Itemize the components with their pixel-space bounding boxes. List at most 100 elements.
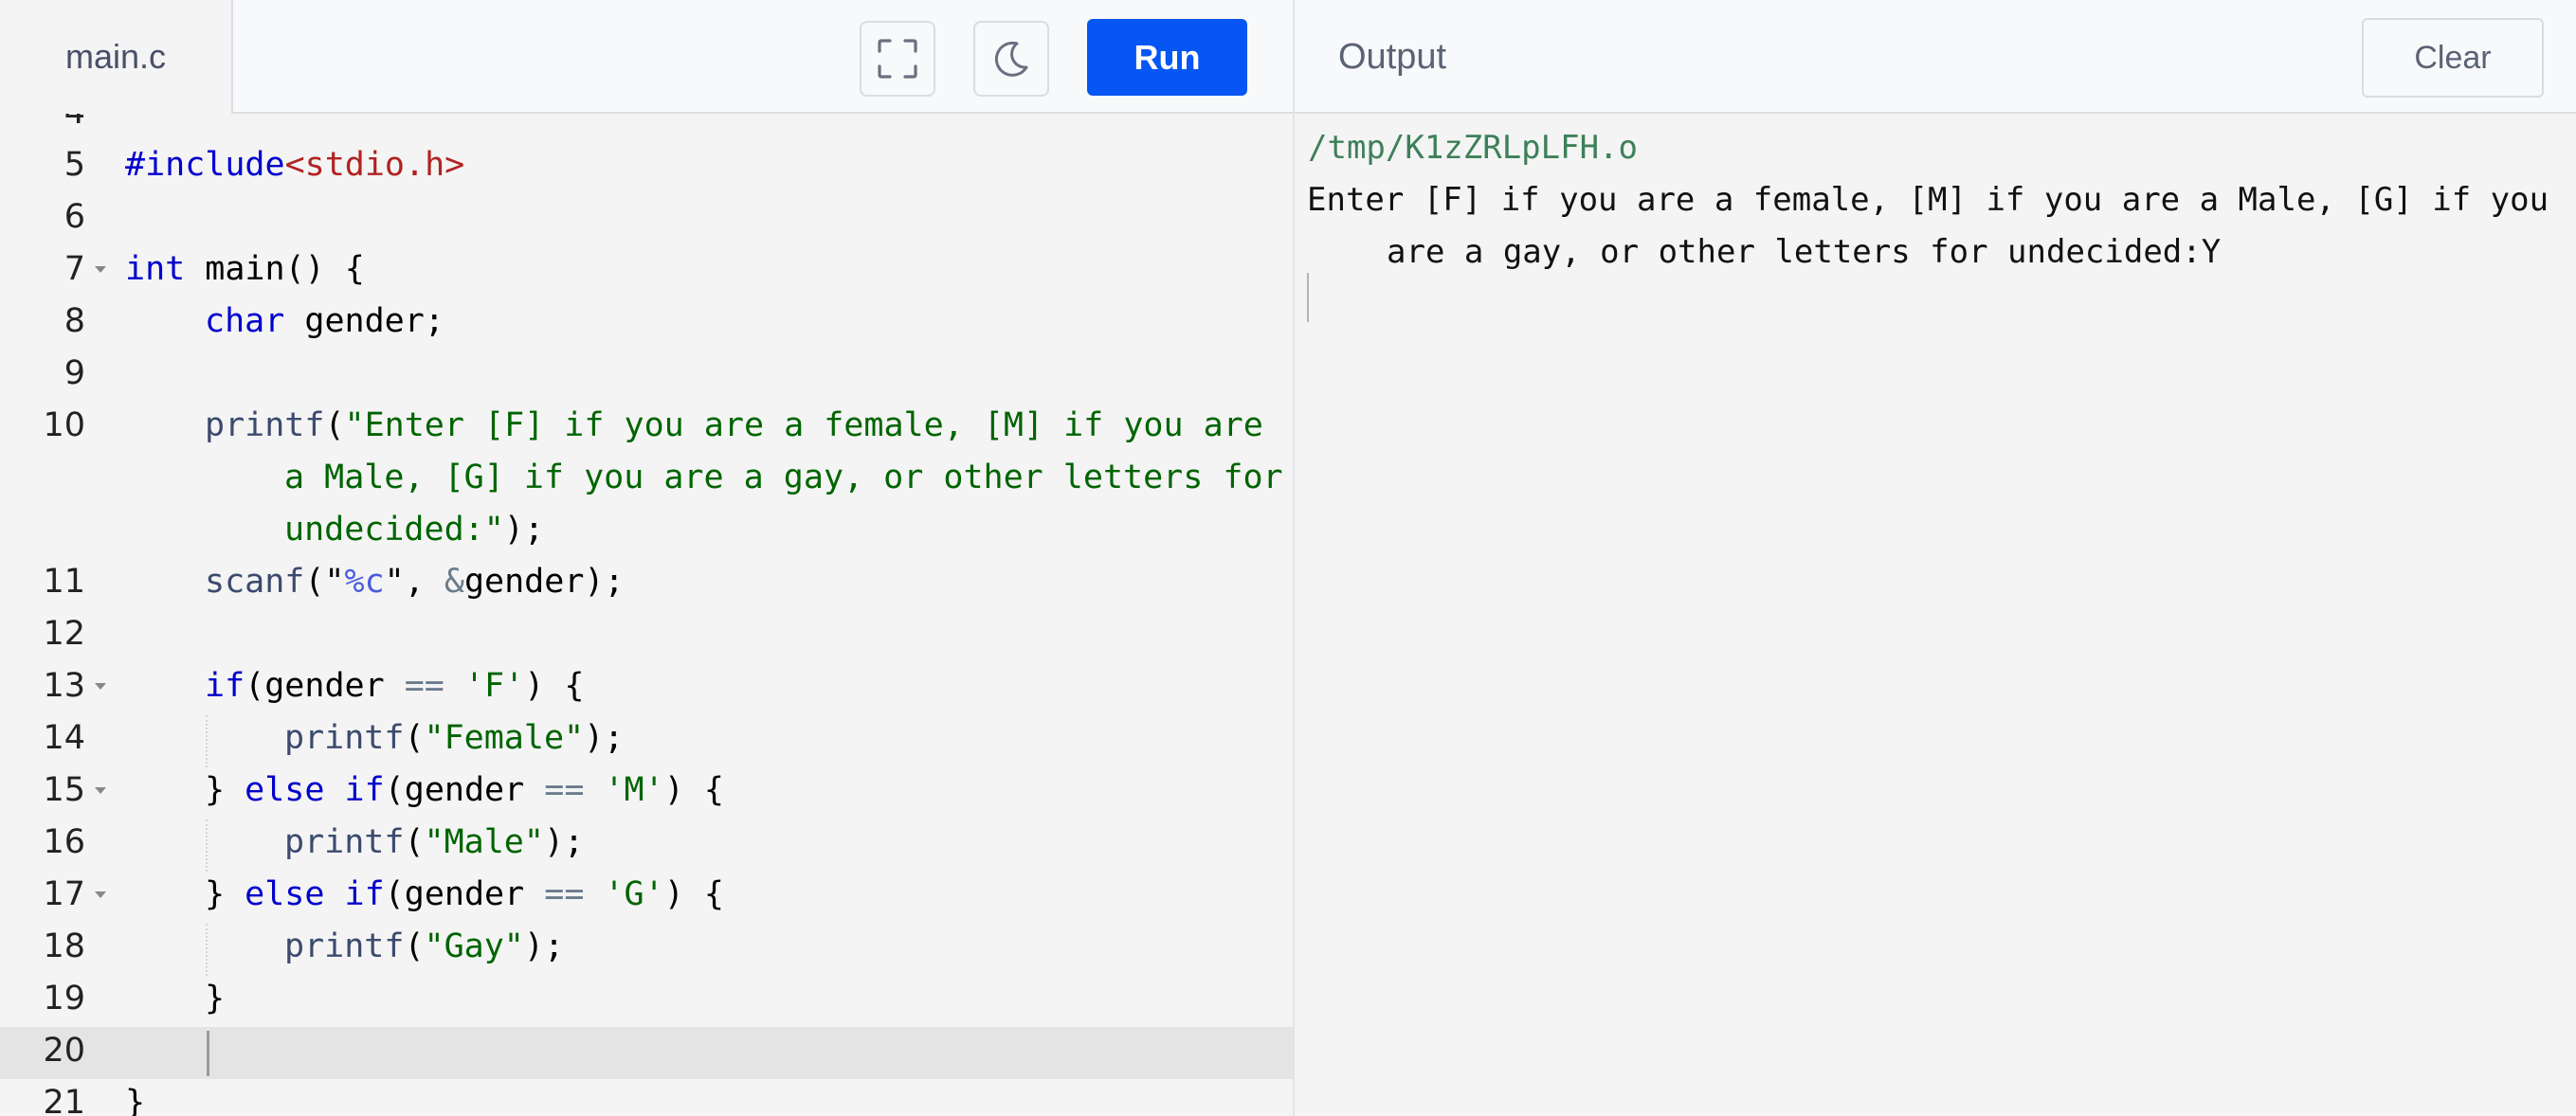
- fold-arrow-icon[interactable]: [95, 787, 106, 794]
- line-number: 14: [43, 719, 85, 757]
- code-text: }: [205, 771, 245, 809]
- output-panel: Output Clear /tmp/K1zZRLpLFH.o Enter [F]…: [1295, 0, 2576, 1116]
- indent-guide: [206, 819, 208, 872]
- keyword: if: [205, 667, 245, 705]
- code-text: main() {: [185, 250, 365, 288]
- keyword: else if: [245, 771, 385, 809]
- output-line: are a gay, or other letters for undecide…: [1387, 233, 2222, 271]
- fold-arrow-icon[interactable]: [95, 891, 106, 898]
- code-line-8: char gender;: [205, 296, 444, 348]
- code-text: (": [304, 563, 345, 601]
- moon-icon: [994, 41, 1028, 77]
- code-line-10-wrap-1: a Male, [G] if you are a gay, or other l…: [284, 452, 1283, 504]
- string-literal: "Gay": [424, 927, 524, 965]
- line-number: 12: [43, 615, 85, 653]
- fold-arrow-icon[interactable]: [95, 266, 106, 273]
- code-text: ) {: [524, 667, 585, 705]
- editor-toolbar: main.c Run: [0, 0, 1293, 114]
- line-number: 17: [43, 875, 85, 913]
- line-number: 10: [43, 406, 85, 444]
- code-text: ) {: [663, 875, 724, 913]
- line-number: 8: [63, 302, 85, 340]
- function-name: scanf: [205, 563, 305, 601]
- code-text: (gender: [384, 771, 545, 809]
- function-name: printf: [284, 719, 405, 757]
- run-button[interactable]: Run: [1087, 19, 1247, 96]
- code-line-7: int main() {: [125, 243, 365, 296]
- line-number: 15: [43, 771, 85, 809]
- code-line-18: printf("Gay");: [284, 921, 564, 973]
- string-literal: "Enter [F] if you are a female, [M] if y…: [344, 406, 1263, 444]
- line-number: 13: [43, 667, 85, 705]
- code-line-5: #include<stdio.h>: [125, 139, 464, 191]
- code-line-16: printf("Male");: [284, 817, 584, 869]
- code-text: (: [404, 719, 425, 757]
- code-editor[interactable]: 4 5 6 7 8 9 10 11 12 13 14 15 16 17 18 1…: [0, 114, 1293, 1116]
- keyword: int: [125, 250, 186, 288]
- function-name: printf: [205, 406, 325, 444]
- output-line: Enter [F] if you are a female, [M] if yo…: [1307, 181, 2549, 219]
- code-text: }: [205, 875, 245, 913]
- code-text: gender);: [463, 563, 625, 601]
- header-name: <stdio.h>: [284, 146, 465, 184]
- code-text: ) {: [663, 771, 724, 809]
- fold-arrow-icon[interactable]: [95, 683, 106, 690]
- function-name: printf: [284, 927, 405, 965]
- line-number: 19: [43, 980, 85, 1017]
- char-literal: 'F': [463, 667, 525, 705]
- string-literal: "Female": [424, 719, 585, 757]
- output-title: Output: [1338, 37, 1447, 77]
- code-line-10-wrap-2: undecided:");: [284, 504, 544, 556]
- operator: ==: [544, 875, 585, 913]
- preprocessor-directive: #include: [125, 146, 285, 184]
- code-line-13: if(gender == 'F') {: [205, 660, 584, 712]
- output-console[interactable]: /tmp/K1zZRLpLFH.o Enter [F] if you are a…: [1295, 114, 2576, 1116]
- keyword: char: [205, 302, 285, 340]
- output-header: Output Clear: [1295, 0, 2576, 114]
- code-text: (gender: [245, 667, 405, 705]
- code-text: ",: [384, 563, 444, 601]
- char-literal: 'G': [604, 875, 664, 913]
- fullscreen-button[interactable]: [860, 21, 935, 97]
- code-text: gender;: [284, 302, 444, 340]
- line-number: 4: [0, 114, 85, 139]
- string-literal: undecided:": [284, 511, 504, 549]
- function-name: printf: [284, 823, 405, 861]
- online-c-compiler: main.c Run 4 5 6 7 8: [0, 0, 2576, 1116]
- string-literal: a Male, [G] if you are a gay, or other l…: [284, 459, 1283, 496]
- code-text: );: [503, 511, 544, 549]
- code-text: );: [523, 927, 565, 965]
- editor-panel: main.c Run 4 5 6 7 8: [0, 0, 1295, 1116]
- line-number: 6: [63, 198, 85, 236]
- clear-button[interactable]: Clear: [2362, 18, 2544, 98]
- code-text: (gender: [384, 875, 545, 913]
- code-line-19: }: [205, 973, 225, 1025]
- char-literal: 'M': [604, 771, 664, 809]
- keyword: else if: [245, 875, 385, 913]
- indent-guide: [206, 924, 208, 976]
- code-text: }: [125, 1084, 146, 1116]
- file-tab-main-c[interactable]: main.c: [0, 0, 233, 114]
- code-text: }: [205, 980, 226, 1017]
- console-cursor: [1307, 273, 1309, 322]
- code-line-17: } else if(gender == 'G') {: [205, 869, 724, 921]
- line-number: 9: [63, 354, 85, 392]
- line-number: 18: [43, 927, 85, 965]
- operator: ==: [544, 771, 585, 809]
- theme-toggle-button[interactable]: [973, 21, 1049, 97]
- line-number: 16: [43, 823, 85, 861]
- string-literal: "Male": [424, 823, 544, 861]
- line-number: 7: [63, 250, 85, 288]
- code-line-14: printf("Female");: [284, 712, 624, 765]
- code-line-10: printf("Enter [F] if you are a female, […: [205, 400, 1263, 452]
- fullscreen-icon: [878, 39, 917, 79]
- format-specifier: %c: [344, 563, 385, 601]
- line-number-gutter: 4 5 6 7 8 9 10 11 12 13 14 15 16 17 18 1…: [0, 114, 116, 1116]
- operator: ==: [404, 667, 444, 705]
- line-number: 5: [63, 146, 85, 184]
- code-line-21: }: [125, 1077, 145, 1116]
- code-text: (: [404, 823, 425, 861]
